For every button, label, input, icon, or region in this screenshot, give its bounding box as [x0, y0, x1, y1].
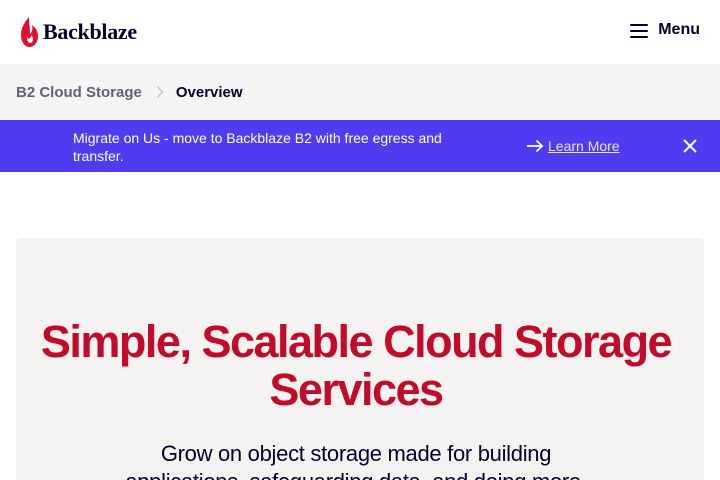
menu-button[interactable]: Menu [630, 21, 700, 39]
breadcrumb: B2 Cloud Storage Overview [0, 64, 720, 120]
menu-label: Menu [658, 21, 700, 38]
learn-more-label: Learn More [548, 138, 620, 154]
hero-title: Simple, Scalable Cloud Storage Services [40, 316, 673, 415]
close-icon[interactable] [682, 138, 698, 154]
arrow-right-icon [527, 139, 544, 153]
breadcrumb-current: Overview [175, 83, 243, 101]
hero-subtitle: Grow on object storage made for building… [125, 441, 587, 480]
site-header: Backblaze Menu [0, 0, 720, 64]
hamburger-icon [630, 22, 649, 38]
breadcrumb-link-b2-cloud-storage[interactable]: B2 Cloud Storage [16, 84, 142, 101]
banner-text: Migrate on Us - move to Backblaze B2 wit… [73, 130, 442, 164]
learn-more-link[interactable]: Learn More [526, 138, 620, 154]
flame-icon [21, 17, 38, 47]
logo-text: Backblaze [43, 19, 137, 44]
promo-banner: Migrate on Us - move to Backblaze B2 wit… [0, 120, 720, 172]
backblaze-logo[interactable]: Backblaze [18, 16, 137, 48]
chevron-right-icon [156, 85, 164, 99]
hero-section: Simple, Scalable Cloud Storage Services … [16, 238, 704, 480]
